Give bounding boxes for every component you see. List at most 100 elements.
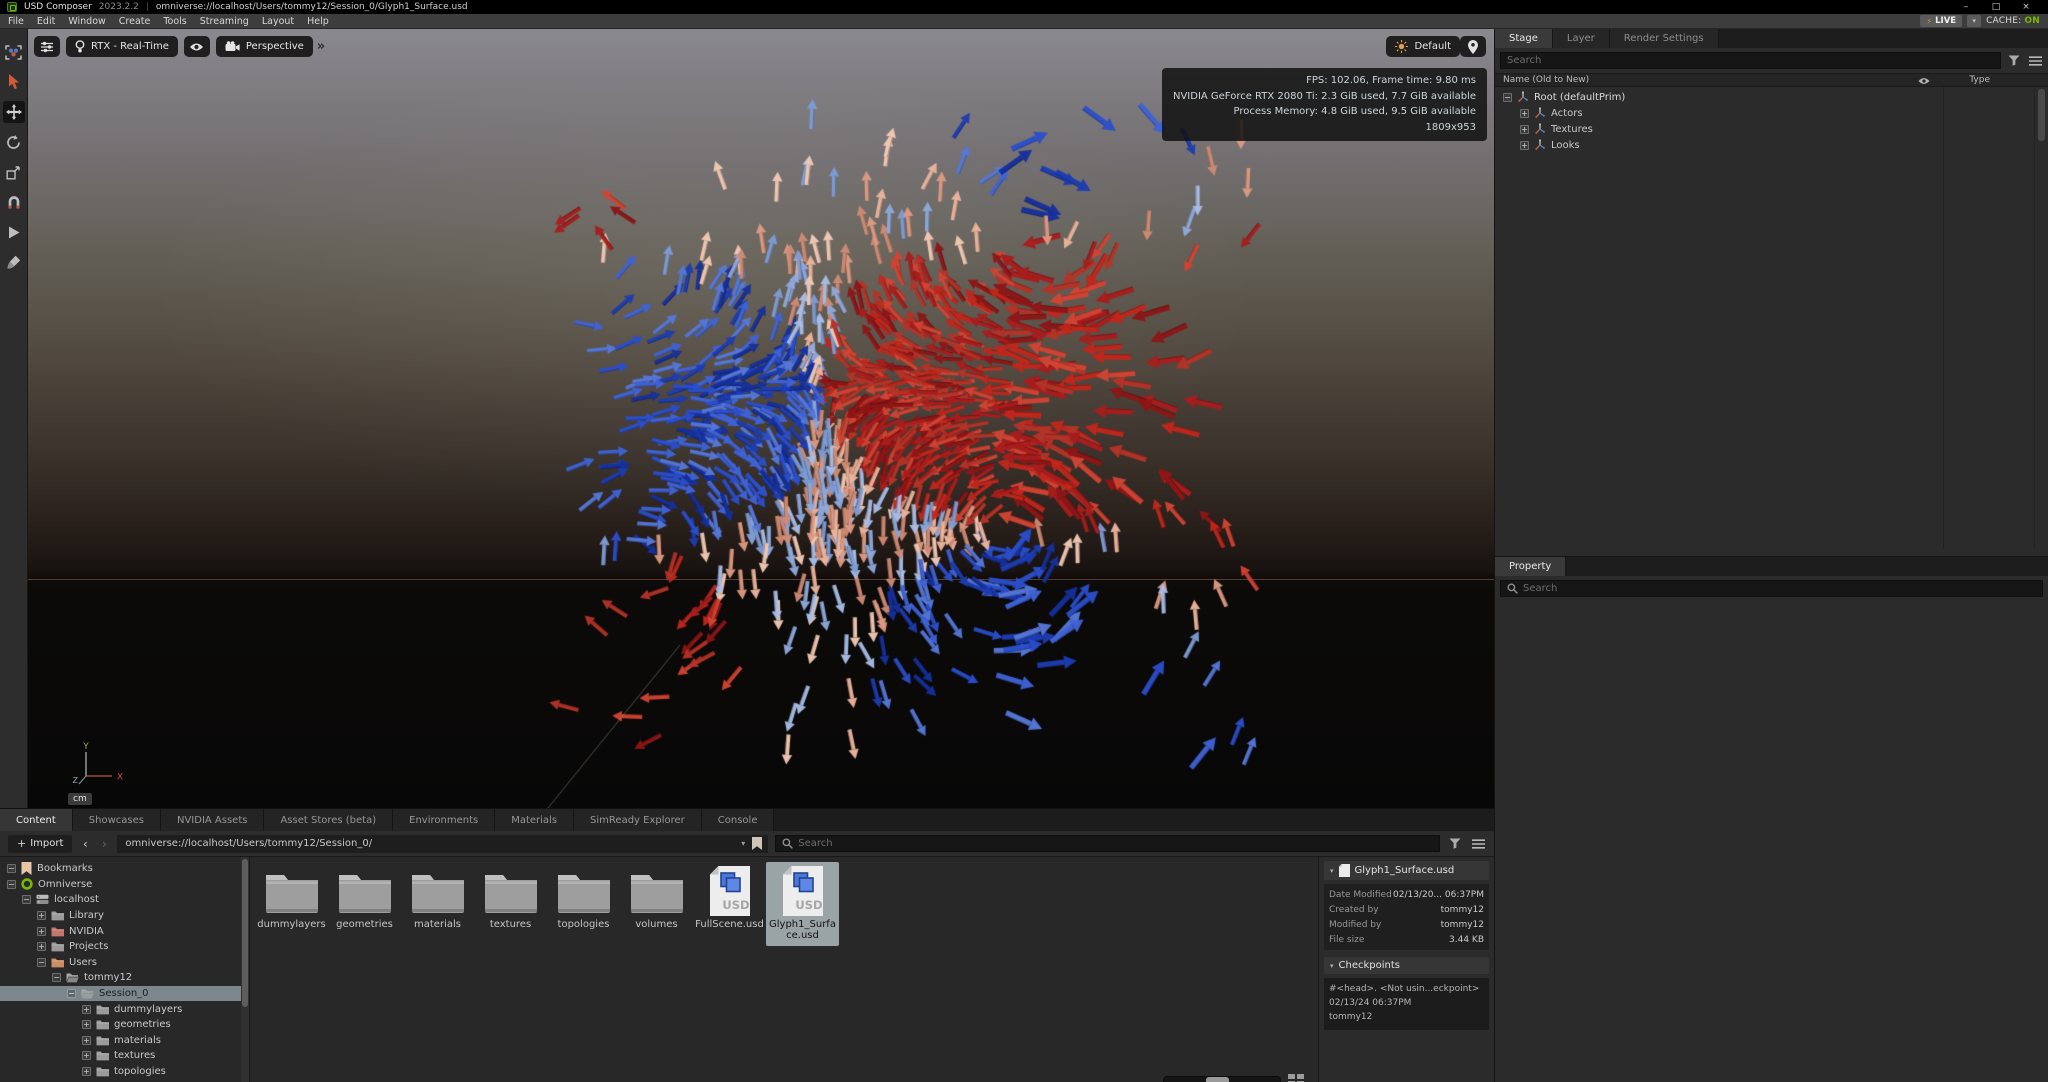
tool-rotate[interactable] [3, 131, 25, 153]
tree-item-session-0[interactable]: −Session_0 [0, 986, 249, 1002]
tree-item-materials[interactable]: +materials [0, 1033, 249, 1049]
menu-item-create[interactable]: Create [119, 16, 151, 27]
tab-asset-stores-beta[interactable]: Asset Stores (beta) [264, 809, 393, 831]
expand-toggle-icon[interactable]: + [1520, 109, 1529, 118]
file-tile-glyph1-surface-usd[interactable]: USDGlyph1_Surface.usd [766, 862, 839, 946]
content-search-input[interactable] [798, 838, 1433, 849]
tree-item-localhost[interactable]: −localhost [0, 892, 249, 908]
tab-nvidia-assets[interactable]: NVIDIA Assets [161, 809, 264, 831]
stage-prim-row-actors[interactable]: +Actors [1495, 105, 2048, 121]
stage-filter-button[interactable] [2006, 53, 2022, 69]
minimize-button[interactable]: – [1951, 0, 1981, 14]
tree-item-nvidia[interactable]: +NVIDIA [0, 923, 249, 939]
expand-toggle-icon[interactable]: + [82, 1020, 91, 1029]
file-tile-volumes[interactable]: volumes [620, 862, 693, 946]
lighting-mode-button[interactable]: Default [1386, 36, 1460, 57]
file-tile-geometries[interactable]: geometries [328, 862, 401, 946]
expand-toggle-icon[interactable]: − [22, 895, 31, 904]
live-button[interactable]: ⚡ LIVE [1920, 15, 1962, 27]
tab-content[interactable]: Content [0, 809, 73, 831]
expand-toggle-icon[interactable]: + [37, 911, 46, 920]
stage-prim-row-root-defaultprim[interactable]: −Root (defaultPrim) [1495, 89, 2048, 105]
file-tile-materials[interactable]: materials [401, 862, 474, 946]
expand-toggle-icon[interactable]: − [37, 958, 46, 967]
expand-toggle-icon[interactable]: − [52, 973, 61, 982]
column-type-label[interactable]: Type [1969, 75, 1990, 85]
expand-toggle-icon[interactable]: + [82, 1005, 91, 1014]
stage-search-input[interactable] [1507, 55, 1994, 66]
maximize-button[interactable]: □ [1981, 0, 2011, 14]
expand-toggle-icon[interactable]: − [67, 989, 76, 998]
tab-property[interactable]: Property [1495, 557, 1566, 576]
tool-snap[interactable] [3, 191, 25, 213]
tree-item-projects[interactable]: +Projects [0, 939, 249, 955]
file-tile-dummylayers[interactable]: dummylayers [255, 862, 328, 946]
expand-toggle-icon[interactable]: − [7, 880, 16, 889]
expand-toggle-icon[interactable]: − [1503, 93, 1512, 102]
tab-console[interactable]: Console [702, 809, 775, 831]
tab-showcases[interactable]: Showcases [73, 809, 161, 831]
tool-scale[interactable] [3, 161, 25, 183]
stage-scrollbar-thumb[interactable] [2038, 89, 2045, 141]
stage-prim-row-looks[interactable]: +Looks [1495, 137, 2048, 153]
close-button[interactable]: × [2011, 0, 2041, 14]
expand-toggle-icon[interactable]: + [37, 942, 46, 951]
toolbar-expand-chevron[interactable]: » [317, 39, 325, 54]
expand-toggle-icon[interactable]: − [7, 864, 16, 873]
column-name-label[interactable]: Name (Old to New) [1503, 75, 1589, 85]
waypoint-button[interactable] [1460, 36, 1486, 57]
glyph-vector-field[interactable] [28, 29, 1494, 808]
tool-select[interactable] [3, 71, 25, 93]
tab-environments[interactable]: Environments [393, 809, 495, 831]
thumbnail-size-slider[interactable] [1163, 1076, 1281, 1082]
camera-selector[interactable]: Perspective [216, 36, 313, 57]
details-header[interactable]: ▾ Glyph1_Surface.usd [1324, 861, 1489, 880]
stage-options-button[interactable] [2027, 53, 2043, 69]
tab-render-settings[interactable]: Render Settings [1610, 29, 1719, 48]
menu-item-help[interactable]: Help [307, 16, 329, 27]
stage-prim-row-textures[interactable]: +Textures [1495, 121, 2048, 137]
tree-item-geometries[interactable]: +geometries [0, 1017, 249, 1033]
expand-toggle-icon[interactable]: + [82, 1036, 91, 1045]
bookmark-icon[interactable] [750, 837, 768, 850]
menu-item-window[interactable]: Window [68, 16, 105, 27]
path-dropdown-icon[interactable]: ▾ [736, 839, 750, 848]
renderer-selector[interactable]: RTX - Real-Time [66, 36, 178, 57]
tree-item-bookmarks[interactable]: −Bookmarks [0, 861, 249, 877]
menu-item-file[interactable]: File [8, 16, 24, 27]
tree-item-dummylayers[interactable]: +dummylayers [0, 1001, 249, 1017]
import-button[interactable]: + Import [8, 835, 72, 853]
tree-item-textures[interactable]: +textures [0, 1048, 249, 1064]
property-search-input[interactable] [1523, 583, 2036, 594]
file-tile-textures[interactable]: textures [474, 862, 547, 946]
expand-toggle-icon[interactable]: + [37, 927, 46, 936]
expand-toggle-icon[interactable]: + [82, 1051, 91, 1060]
tree-item-library[interactable]: +Library [0, 908, 249, 924]
checkpoints-header[interactable]: ▾ Checkpoints [1324, 957, 1489, 974]
tree-item-users[interactable]: −Users [0, 955, 249, 971]
forward-button[interactable]: › [98, 837, 110, 851]
path-input[interactable] [117, 838, 736, 849]
back-button[interactable]: ‹ [79, 837, 91, 851]
tool-selection-frame[interactable] [3, 41, 25, 63]
tree-item-topologies[interactable]: +topologies [0, 1064, 249, 1080]
content-options-button[interactable] [1470, 836, 1486, 852]
visibility-button[interactable] [184, 36, 210, 57]
tab-materials[interactable]: Materials [495, 809, 574, 831]
expand-toggle-icon[interactable]: + [1520, 141, 1529, 150]
menu-item-streaming[interactable]: Streaming [200, 16, 249, 27]
tree-item-omniverse[interactable]: −Omniverse [0, 877, 249, 893]
slider-handle[interactable] [1206, 1077, 1229, 1082]
viewport-3d[interactable]: RTX - Real-Time Perspective » Default FP… [28, 29, 1494, 808]
viewport-settings-button[interactable] [34, 36, 60, 57]
expand-toggle-icon[interactable]: + [82, 1067, 91, 1076]
live-dropdown-button[interactable]: ▾ [1967, 15, 1981, 27]
tab-stage[interactable]: Stage [1495, 29, 1553, 48]
menu-item-edit[interactable]: Edit [37, 16, 55, 27]
tool-paint[interactable] [3, 251, 25, 273]
file-tile-topologies[interactable]: topologies [547, 862, 620, 946]
tab-simready-explorer[interactable]: SimReady Explorer [574, 809, 702, 831]
tool-play[interactable] [3, 221, 25, 243]
tree-item-tommy12[interactable]: −tommy12 [0, 970, 249, 986]
file-tile-fullscene-usd[interactable]: USDFullScene.usd [693, 862, 766, 946]
